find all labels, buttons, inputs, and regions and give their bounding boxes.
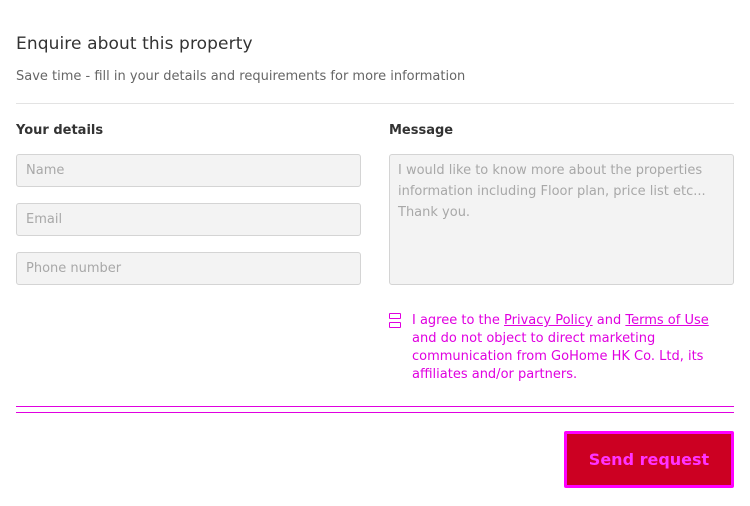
- form-subtitle: Save time - fill in your details and req…: [16, 69, 466, 84]
- consent-text-and: and: [592, 313, 626, 328]
- send-request-button[interactable]: Send request: [564, 431, 734, 488]
- consent-text-after: and do not object to direct marketing co…: [412, 331, 704, 382]
- terms-of-use-link[interactable]: Terms of Use: [625, 313, 708, 328]
- header-divider: [16, 103, 734, 104]
- consent-text-before: I agree to the: [412, 313, 505, 328]
- footer-divider-top: [16, 406, 734, 407]
- enquiry-form: Enquire about this property Save time - …: [0, 0, 750, 506]
- consent-text: I agree to the Privacy Policy and Terms …: [412, 312, 732, 384]
- consent-row: I agree to the Privacy Policy and Terms …: [389, 312, 734, 384]
- message-textarea[interactable]: [389, 154, 734, 285]
- email-input[interactable]: [16, 203, 361, 236]
- message-label: Message: [389, 123, 454, 138]
- consent-checkbox[interactable]: [389, 313, 402, 330]
- phone-input[interactable]: [16, 252, 361, 285]
- form-title: Enquire about this property: [16, 34, 253, 54]
- your-details-label: Your details: [16, 123, 104, 138]
- name-input[interactable]: [16, 154, 361, 187]
- footer-divider-bottom: [16, 412, 734, 413]
- privacy-policy-link[interactable]: Privacy Policy: [504, 313, 593, 328]
